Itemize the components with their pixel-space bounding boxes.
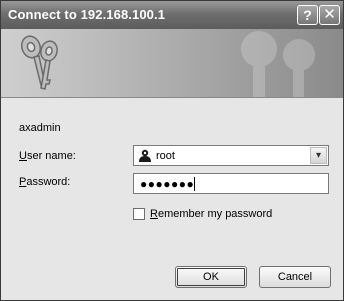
remember-password-checkbox[interactable]	[133, 208, 145, 220]
username-value: root	[156, 150, 175, 162]
banner-divider	[1, 97, 343, 98]
remember-password-option[interactable]: Remember my password	[133, 207, 333, 223]
keys-icon	[20, 35, 58, 90]
title-bar[interactable]: Connect to 192.168.100.1 ? ✕	[1, 1, 343, 29]
remember-password-label[interactable]: Remember my password	[150, 208, 272, 220]
password-field[interactable]: ●●●●●●●	[133, 173, 329, 194]
user-icon	[139, 149, 151, 162]
dialog-title: Connect to 192.168.100.1	[8, 7, 166, 22]
password-mask: ●●●●●●●	[140, 177, 195, 191]
close-button[interactable]: ✕	[319, 5, 340, 25]
password-label: Password:	[19, 176, 71, 188]
banner-keys-watermark	[241, 31, 315, 97]
banner	[1, 29, 343, 97]
help-button[interactable]: ?	[297, 5, 318, 25]
chevron-down-icon[interactable]: ▾	[310, 147, 327, 164]
login-dialog: Connect to 192.168.100.1 ? ✕ axadmin Use…	[0, 0, 344, 301]
ok-button[interactable]: OK	[175, 266, 247, 288]
username-label: User name:	[19, 150, 76, 162]
realm-text: axadmin	[19, 122, 61, 134]
username-combobox[interactable]: root ▾	[133, 145, 329, 166]
cancel-button[interactable]: Cancel	[259, 266, 331, 288]
text-caret	[194, 177, 195, 191]
